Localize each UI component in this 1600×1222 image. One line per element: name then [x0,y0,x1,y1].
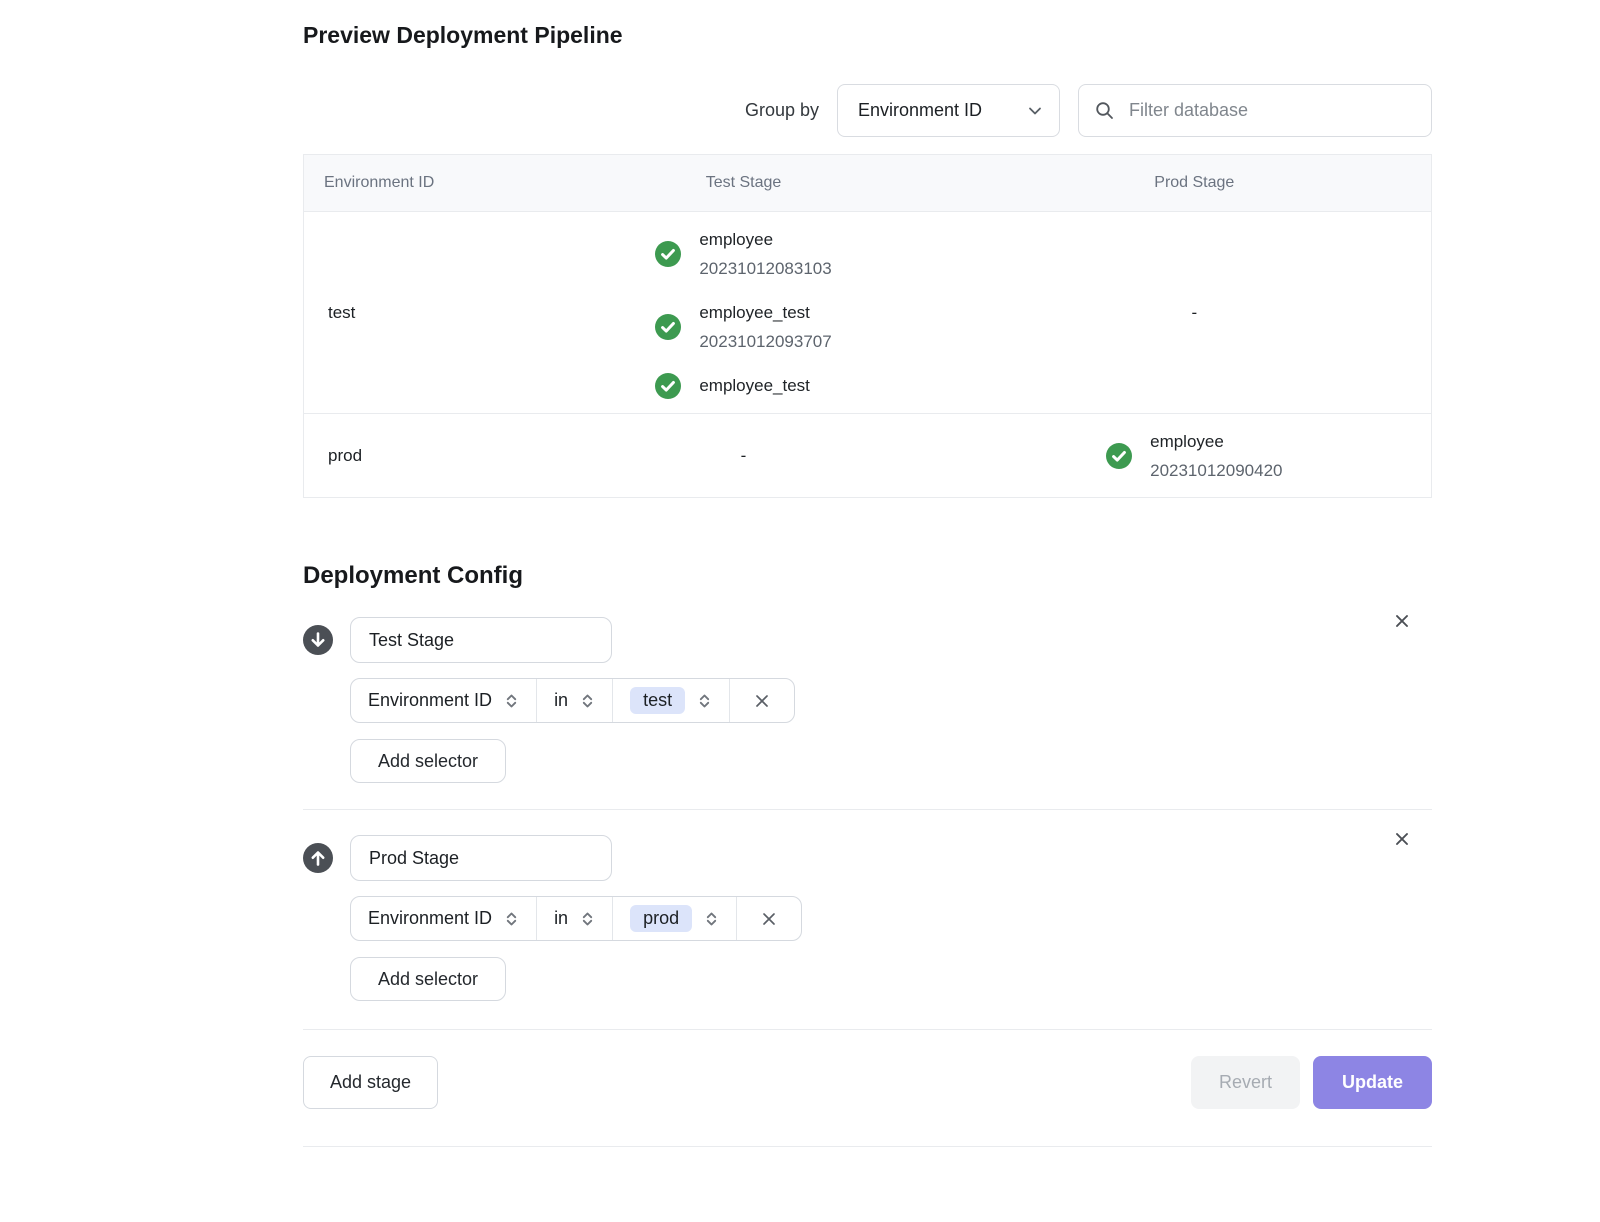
stage-name-input[interactable] [350,835,612,881]
selector-value-select[interactable]: prod [613,897,737,940]
remove-selector-button[interactable] [754,909,784,929]
group-by-label: Group by [745,100,819,121]
sort-chevrons-icon [697,693,712,709]
deployment-item-text: employee_test 20231012093707 [699,298,831,356]
deployment-item: employee_test [655,371,831,400]
revert-button[interactable]: Revert [1191,1056,1300,1109]
test-stage-cell: employee 20231012083103 employee_test 20… [529,225,957,400]
sort-chevrons-icon [580,911,595,927]
selector-value-tag: prod [630,905,692,932]
schema-version: 20231012093707 [699,327,831,356]
success-check-icon [1106,443,1132,469]
deployment-item-list: employee 20231012083103 employee_test 20… [655,225,831,400]
group-by-selected-value: Environment ID [858,100,982,121]
close-icon [1392,829,1412,849]
stage-name-input[interactable] [350,617,612,663]
table-row: prod - employee 20231012090420 [304,413,1431,497]
database-name: employee [699,225,831,254]
search-icon [1095,101,1114,120]
deployment-item-text: employee_test [699,371,810,400]
stage-down-arrow-icon [303,625,333,655]
remove-stage-button[interactable] [1388,825,1416,853]
empty-placeholder: - [1191,303,1197,323]
empty-placeholder: - [741,446,747,466]
chevron-down-icon [1027,103,1043,119]
selector-operator-value: in [554,908,568,929]
selector-operator-value: in [554,690,568,711]
stage-up-arrow-icon [303,843,333,873]
page-title: Preview Deployment Pipeline [303,22,1432,49]
success-check-icon [655,241,681,267]
deployment-config-title: Deployment Config [303,562,1432,590]
remove-stage-button[interactable] [1388,607,1416,635]
deployment-item-text: employee 20231012083103 [699,225,831,283]
selector-operator-select[interactable]: in [537,679,613,722]
selector-field-value: Environment ID [368,908,492,929]
deployment-item: employee 20231012090420 [1106,427,1282,485]
selector-field-value: Environment ID [368,690,492,711]
success-check-icon [655,373,681,399]
selector-field-select[interactable]: Environment ID [351,679,537,722]
action-bar: Add stage Revert Update [303,1030,1432,1109]
schema-version: 20231012090420 [1150,456,1282,485]
stage-header [303,617,1432,663]
database-name: employee [1150,427,1282,456]
group-by-select[interactable]: Environment ID [837,84,1060,137]
deployment-item: employee 20231012083103 [655,225,831,283]
selector-field-select[interactable]: Environment ID [351,897,537,940]
toolbar: Group by Environment ID [303,84,1432,137]
test-stage-cell: - [529,446,957,466]
close-icon [760,910,778,928]
filter-database-field [1078,84,1432,137]
close-icon [1392,611,1412,631]
selector-value-tag: test [630,687,685,714]
pipeline-table: Environment ID Test Stage Prod Stage tes… [303,154,1432,498]
selector-rule: Environment ID in prod [350,896,802,941]
selector-remove-segment [730,679,794,722]
success-check-icon [655,314,681,340]
column-header-test-stage: Test Stage [529,174,957,192]
column-header-environment-id: Environment ID [304,174,529,192]
sort-chevrons-icon [580,693,595,709]
database-name: employee_test [699,371,810,400]
update-button[interactable]: Update [1313,1056,1432,1109]
main-content: Preview Deployment Pipeline Group by Env… [303,22,1432,1147]
add-selector-button[interactable]: Add selector [350,957,506,1001]
divider [303,1146,1432,1147]
environment-id-cell: prod [304,446,529,466]
prod-stage-cell: - [958,303,1431,323]
selector-remove-segment [737,897,801,940]
stage-config-test: Environment ID in test [303,590,1432,810]
database-name: employee_test [699,298,831,327]
selector-operator-select[interactable]: in [537,897,613,940]
pipeline-table-header: Environment ID Test Stage Prod Stage [304,155,1431,212]
deployment-item-text: employee 20231012090420 [1150,427,1282,485]
add-selector-button[interactable]: Add selector [350,739,506,783]
selector-rule: Environment ID in test [350,678,795,723]
add-stage-button[interactable]: Add stage [303,1056,438,1109]
environment-id-cell: test [304,303,529,323]
prod-stage-cell: employee 20231012090420 [958,427,1431,485]
stage-config-prod: Environment ID in prod [303,810,1432,1030]
close-icon [753,692,771,710]
selector-value-select[interactable]: test [613,679,730,722]
sort-chevrons-icon [504,693,519,709]
remove-selector-button[interactable] [747,691,777,711]
column-header-prod-stage: Prod Stage [958,174,1431,192]
schema-version: 20231012083103 [699,254,831,283]
table-row: test employee 20231012083103 [304,212,1431,413]
deployment-item: employee_test 20231012093707 [655,298,831,356]
stage-header [303,835,1432,881]
filter-database-input[interactable] [1127,99,1415,122]
sort-chevrons-icon [504,911,519,927]
sort-chevrons-icon [704,911,719,927]
